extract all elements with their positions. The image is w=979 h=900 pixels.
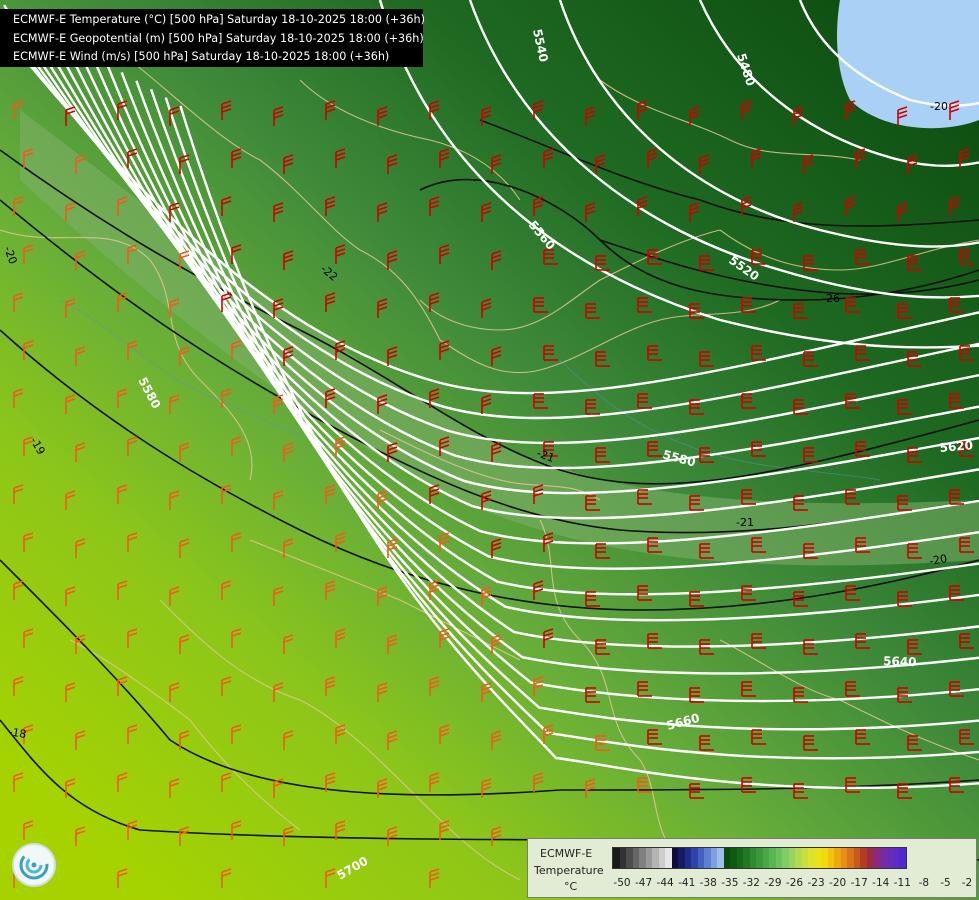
legend-tick-labels: -50 -47 -44 -41 -38 -35 -32 -29 -26 -23 -20 -17 -14-…: [612, 877, 972, 891]
title-wind: ECMWF-E Wind (m/s) [500 hPa] Saturday 18…: [13, 50, 390, 63]
legend-tick: -38: [699, 877, 717, 889]
legend-tick: -35: [721, 877, 739, 889]
legend-tick: -14: [872, 877, 890, 889]
legend-swatch: [899, 848, 906, 868]
legend-unit: °C: [564, 880, 578, 893]
provider-logo: [12, 843, 56, 887]
legend-tick: -23: [807, 877, 825, 889]
legend-tick: -41: [678, 877, 696, 889]
legend-model: ECMWF-E: [540, 847, 593, 860]
temperature-label: -26: [822, 292, 840, 305]
legend-tick: -8: [918, 877, 930, 889]
legend-tick: -17: [850, 877, 868, 889]
legend-tick: -29: [764, 877, 782, 889]
legend-tick: -50: [613, 877, 631, 889]
temperature-label: -20: [930, 100, 948, 113]
legend-tick: -20: [829, 877, 847, 889]
legend-tick: -26: [785, 877, 804, 889]
legend-field: Temperature: [534, 864, 604, 877]
geopotential-label: 5620: [939, 438, 973, 455]
legend-tick: -5: [940, 877, 951, 889]
legend-tick: -11: [893, 877, 911, 889]
map-title-box: ECMWF-E Temperature (°C) [500 hPa] Satur…: [0, 9, 425, 67]
title-temperature: ECMWF-E Temperature (°C) [500 hPa] Satur…: [13, 13, 425, 26]
legend-tick: -2: [961, 877, 973, 889]
swirl-logo-icon: [19, 850, 49, 880]
legend-tick: -32: [742, 877, 760, 889]
temperature-legend: ECMWF-E Temperature °C -50 -47 -44 -41 -38 -3…: [527, 838, 977, 898]
legend-tick: -47: [634, 877, 653, 889]
legend-tick: -44: [656, 877, 674, 889]
temperature-label: -21: [736, 516, 754, 529]
weather-map: 5540 5480 5560 5520 5580 5580 5620 5640 5660 5700…: [0, 0, 979, 900]
title-geopotential: ECMWF-E Geopotential (m) [500 hPa] Satur…: [13, 31, 424, 45]
map-canvas: 5540548055605520558055805620564056605700…: [0, 0, 979, 900]
geopotential-label: 5640: [883, 654, 917, 669]
legend-color-bar: [612, 847, 907, 869]
